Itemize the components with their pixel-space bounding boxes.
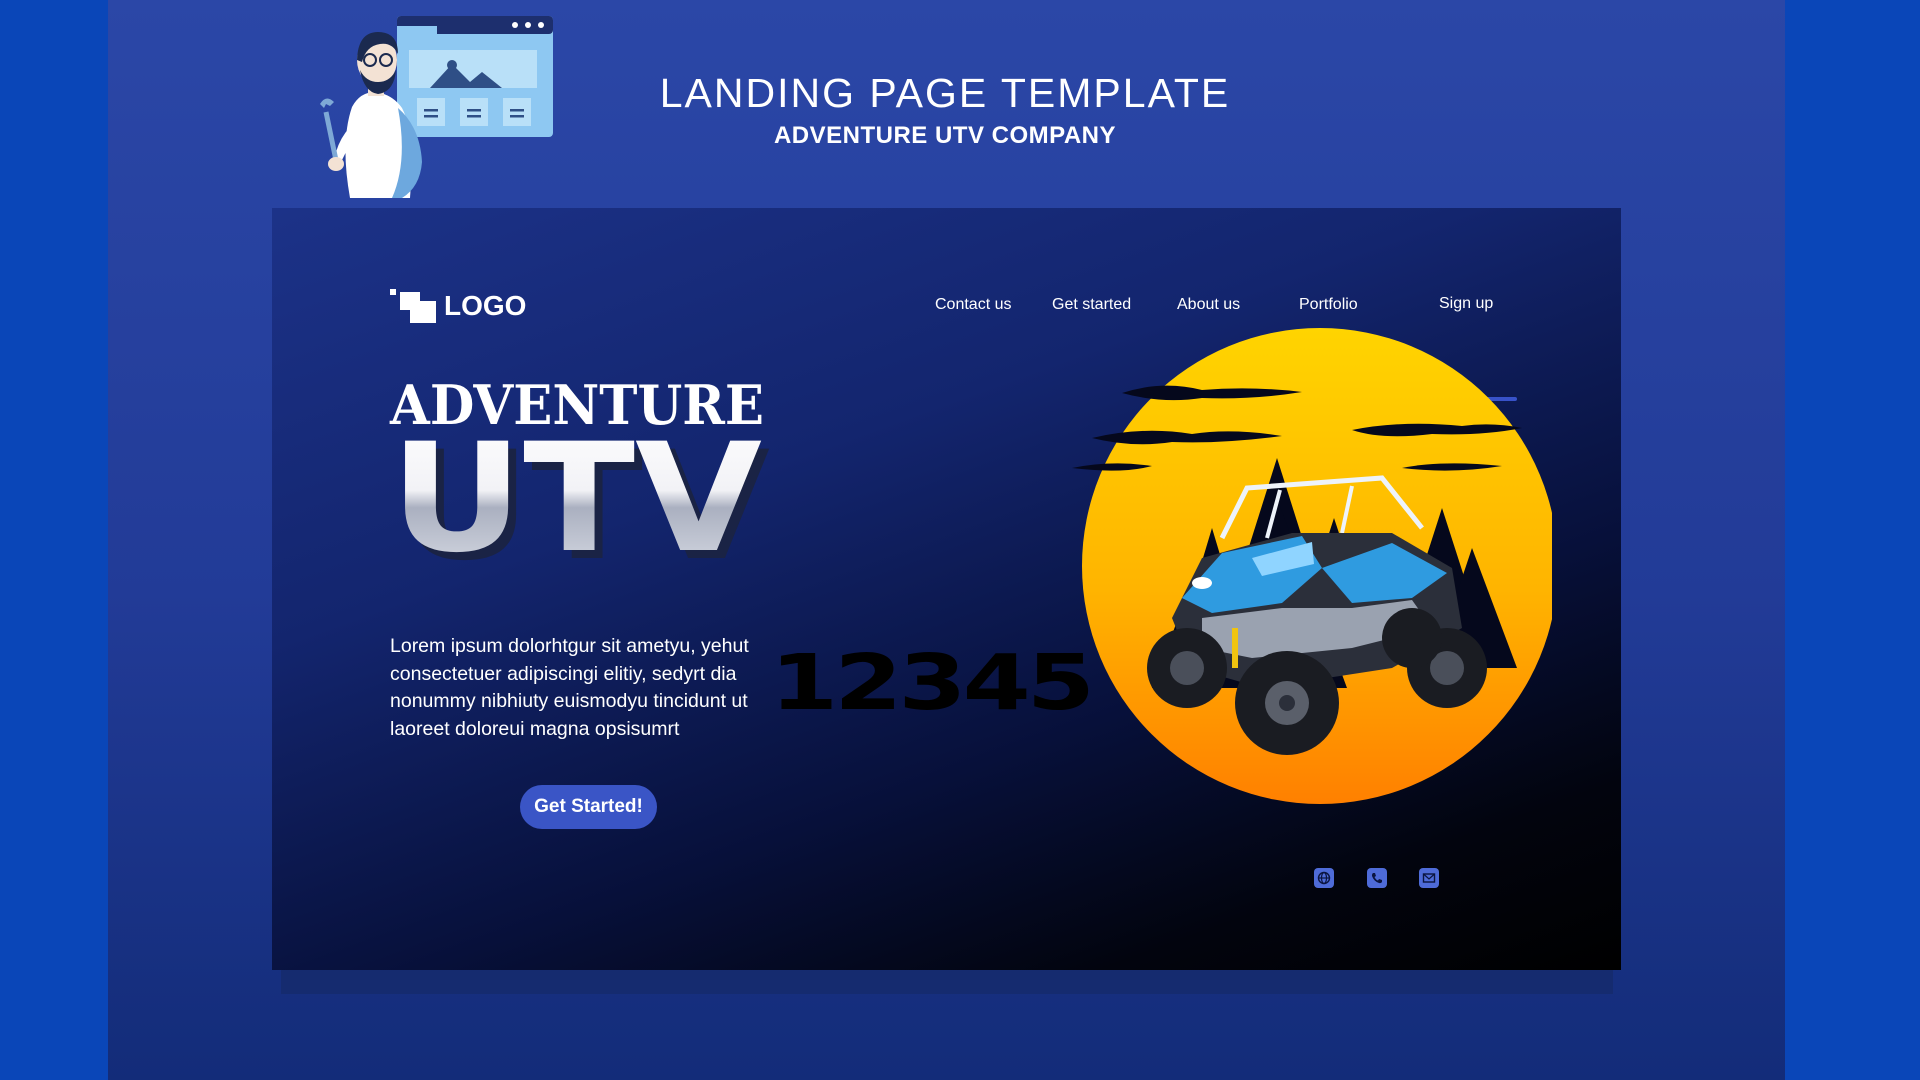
browser-window-icon xyxy=(397,16,553,137)
nav-portfolio[interactable]: Portfolio xyxy=(1299,296,1358,314)
mail-glyph xyxy=(1422,873,1436,883)
phone-glyph xyxy=(1371,873,1382,884)
nav-get-started[interactable]: Get started xyxy=(1052,296,1131,314)
logo[interactable]: LOGO xyxy=(390,289,526,323)
landing-page-mockup: LOGO Contact us Get started About us Por… xyxy=(272,208,1621,970)
mail-icon[interactable] xyxy=(1419,868,1439,888)
overlay-number: 12345 xyxy=(770,638,1095,728)
developer-illustration xyxy=(320,16,553,198)
hero-headline: ADVENTURE UTV UTV xyxy=(389,373,770,568)
logo-text: LOGO xyxy=(444,290,527,321)
header: LANDING PAGE TEMPLATE ADVENTURE UTV COMP… xyxy=(555,0,1335,170)
page-subtitle: ADVENTURE UTV COMPANY xyxy=(773,122,1117,149)
utv-sunset-illustration xyxy=(1072,328,1552,804)
page-title: LANDING PAGE TEMPLATE xyxy=(659,70,1231,116)
globe-glyph xyxy=(1317,871,1331,885)
nav-about-us[interactable]: About us xyxy=(1177,296,1240,314)
nav-contact-us[interactable]: Contact us xyxy=(935,296,1011,314)
logo-icon xyxy=(390,289,436,323)
phone-icon[interactable] xyxy=(1367,868,1387,888)
hero-description: Lorem ipsum dolorhtgur sit ametyu, yehut… xyxy=(390,635,749,740)
hero-line-utv: UTV xyxy=(390,412,762,568)
get-started-button[interactable]: Get Started! xyxy=(520,785,657,829)
globe-icon[interactable] xyxy=(1314,868,1334,888)
nav-sign-up[interactable]: Sign up xyxy=(1439,295,1493,313)
